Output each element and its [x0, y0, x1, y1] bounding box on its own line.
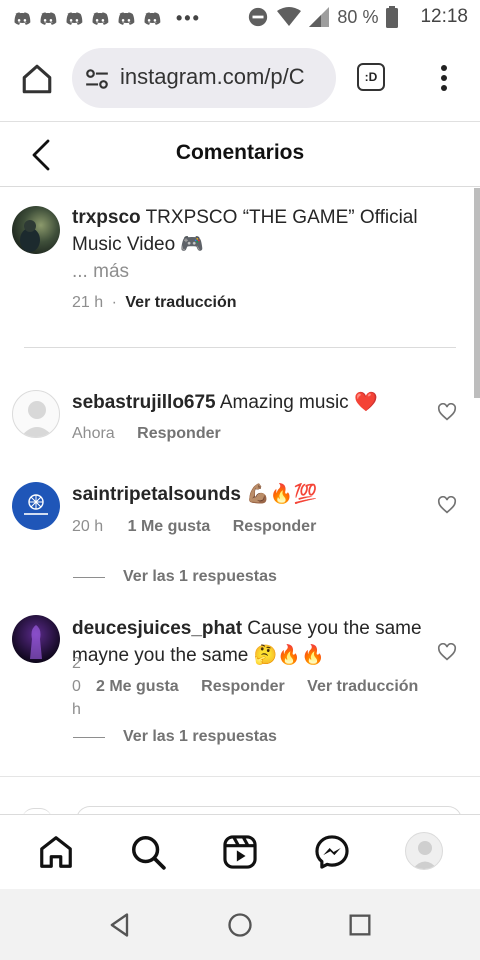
view-replies-button[interactable]: Ver las 1 respuestas [73, 568, 277, 586]
comment-time: 2 0 h [72, 652, 81, 721]
url-text[interactable]: instagram.com/p/C [120, 64, 305, 90]
comment-time: 20 h [72, 518, 104, 535]
comment-time-line: 0 [72, 678, 81, 695]
scrollbar[interactable] [474, 188, 480, 398]
avatar[interactable] [12, 615, 60, 663]
avatar[interactable] [12, 390, 60, 438]
translate-button[interactable]: Ver traducción [125, 294, 236, 311]
like-heart-icon[interactable] [437, 403, 457, 421]
signal-icon [309, 7, 330, 27]
do-not-disturb-icon [249, 7, 268, 27]
comment-meta: 20 h 1 Me gusta Responder [72, 518, 316, 536]
caption-meta: 21 h · Ver traducción [72, 294, 237, 312]
recents-nav-icon[interactable] [346, 911, 374, 939]
meta-separator: · [111, 294, 117, 311]
replies-line [73, 736, 105, 738]
page-title: Comentarios [175, 141, 305, 164]
home-nav-icon[interactable] [226, 911, 254, 939]
comment-meta: Ahora Responder [72, 425, 221, 443]
profile-avatar[interactable] [405, 832, 443, 870]
more-vert-icon[interactable] [432, 60, 456, 96]
likes-count[interactable]: 1 Me gusta [128, 518, 211, 535]
back-nav-icon[interactable] [106, 911, 134, 939]
bottom-navigation [0, 814, 480, 888]
comment-body: 💪🏽🔥💯 [240, 484, 318, 505]
discord-icon [14, 11, 31, 25]
status-bar: ••• 80 % 12:18 [0, 0, 480, 38]
home-icon[interactable] [20, 62, 54, 96]
comment-body: Amazing music ❤️ [215, 392, 378, 413]
discord-icon [92, 11, 109, 25]
comment-username[interactable]: saintripetalsounds [72, 484, 241, 505]
caption-username[interactable]: trxpsco [72, 207, 141, 228]
home-icon[interactable] [37, 833, 75, 871]
notification-icons: ••• [12, 8, 201, 29]
view-replies-label[interactable]: Ver las 1 respuestas [123, 728, 277, 746]
tab-switcher-button[interactable]: :D [357, 63, 385, 91]
comment-time: Ahora [72, 425, 115, 442]
translate-button[interactable]: Ver traducción [307, 678, 418, 695]
comments-header: Comentarios [0, 123, 480, 187]
comment-time-line: h [72, 701, 81, 718]
like-heart-icon[interactable] [437, 496, 457, 514]
battery-icon [386, 6, 399, 28]
like-heart-icon[interactable] [437, 643, 457, 661]
system-indicators: 80 % 12:18 [247, 6, 468, 28]
site-settings-icon[interactable] [84, 66, 110, 92]
search-icon[interactable] [129, 833, 167, 871]
battery-percent: 80 % [337, 6, 379, 27]
view-replies-label[interactable]: Ver las 1 respuestas [123, 568, 277, 586]
avatar[interactable] [12, 206, 60, 254]
comment-meta: 2 Me gusta Responder Ver traducción [96, 678, 418, 696]
discord-icon [66, 11, 83, 25]
url-bar[interactable]: instagram.com/p/C [72, 48, 336, 108]
discord-icon [144, 11, 161, 25]
comment-text: sebastrujillo675 Amazing music ❤️ [72, 389, 436, 416]
reply-button[interactable]: Responder [201, 678, 285, 695]
browser-toolbar: instagram.com/p/C :D [0, 38, 480, 122]
reply-button[interactable]: Responder [233, 518, 317, 535]
see-more-link[interactable]: ... más [72, 258, 436, 285]
comment-time-line: 2 [72, 655, 81, 672]
comment-input-divider [0, 776, 480, 777]
view-replies-button[interactable]: Ver las 1 respuestas [73, 728, 277, 746]
likes-count[interactable]: 2 Me gusta [96, 678, 179, 695]
comment-text: deucesjuices_phat Cause you the same may… [72, 615, 436, 669]
replies-line [73, 576, 105, 578]
caption-time: 21 h [72, 294, 104, 311]
avatar[interactable] [12, 482, 60, 530]
discord-icon [40, 11, 57, 25]
comment-text: saintripetalsounds 💪🏽🔥💯 [72, 481, 436, 508]
clock: 12:18 [420, 6, 468, 27]
reply-button[interactable]: Responder [137, 425, 221, 442]
reels-icon[interactable] [221, 833, 259, 871]
caption-text: trxpsco TRXPSCO “THE GAME” Official Musi… [72, 204, 436, 258]
messenger-icon[interactable] [313, 833, 351, 871]
system-navigation-bar [0, 889, 480, 960]
more-notifications-icon: ••• [176, 8, 201, 28]
caption-divider [24, 347, 456, 348]
discord-icon [118, 11, 135, 25]
wifi-icon [277, 7, 302, 26]
comment-username[interactable]: deucesjuices_phat [72, 618, 242, 639]
comment-username[interactable]: sebastrujillo675 [72, 392, 216, 413]
